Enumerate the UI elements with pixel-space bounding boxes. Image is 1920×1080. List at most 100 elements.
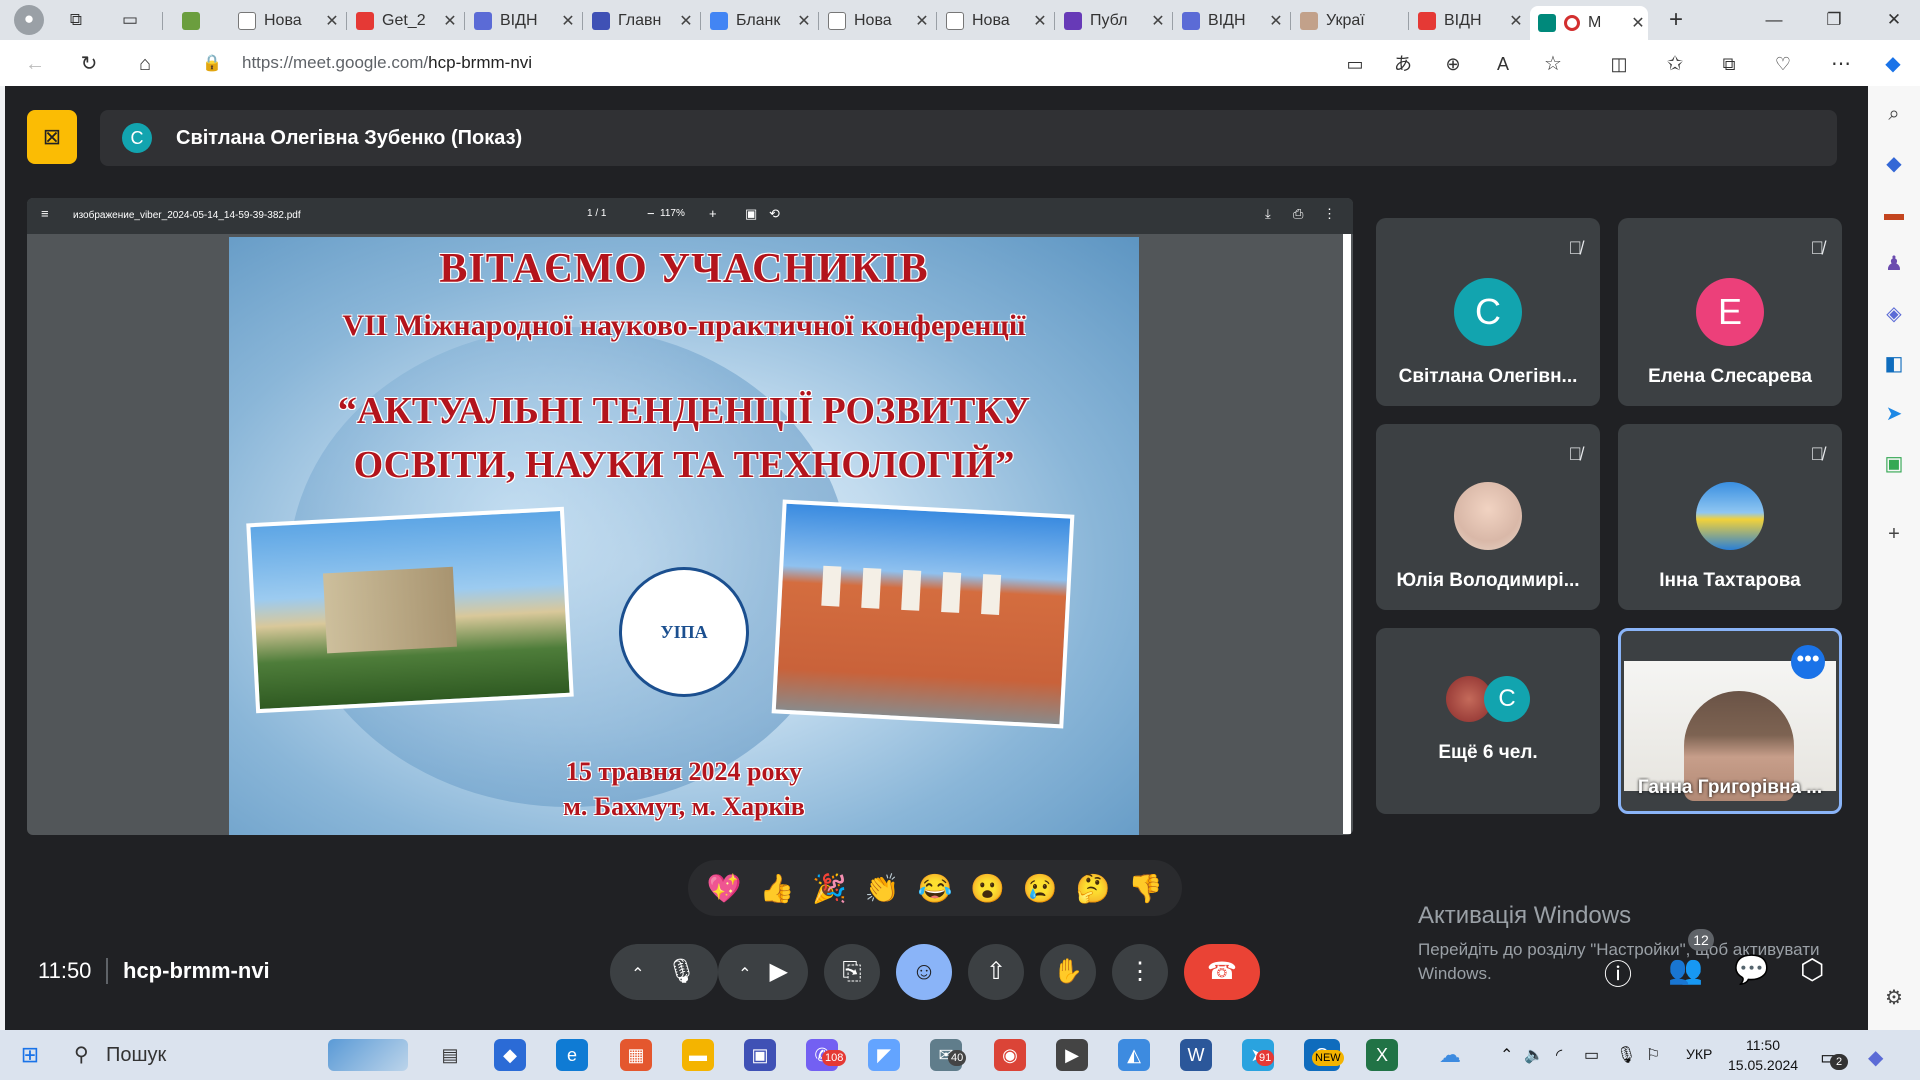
- read-aloud-icon[interactable]: A: [1488, 49, 1518, 79]
- home-icon[interactable]: ⌂: [130, 49, 160, 79]
- camera-control[interactable]: ⌃ ▶: [718, 944, 808, 1000]
- meet-icon[interactable]: ▣: [1878, 448, 1910, 480]
- chevron-up-icon[interactable]: ⌃: [738, 966, 751, 983]
- file-explorer-icon[interactable]: ▬: [682, 1039, 714, 1071]
- close-tab-icon[interactable]: ✕: [676, 11, 696, 31]
- send-icon[interactable]: ➤: [1878, 398, 1910, 430]
- copilot-icon[interactable]: ◈: [1878, 298, 1910, 330]
- lock-icon[interactable]: 🔒: [202, 53, 222, 73]
- zoom-icon[interactable]: ⊕: [1438, 49, 1468, 79]
- floppy-app-icon[interactable]: ▣: [744, 1039, 776, 1071]
- taskbar-search[interactable]: ⚲ Пошук: [62, 1038, 322, 1072]
- tab-2[interactable]: Нова ✕: [230, 6, 342, 36]
- emoji-icon[interactable]: ☺: [896, 944, 952, 1000]
- reaction-party[interactable]: 🎉: [808, 872, 852, 905]
- reaction-laugh[interactable]: 😂: [913, 872, 957, 905]
- add-icon[interactable]: +: [1878, 518, 1910, 550]
- profile-icon[interactable]: ●: [14, 5, 44, 35]
- tab-10[interactable]: ВІДН ✕: [1174, 6, 1286, 36]
- close-tab-icon[interactable]: ✕: [440, 11, 460, 31]
- pdf-page-indicator[interactable]: 1 / 1: [587, 208, 606, 219]
- more-participants-tile[interactable]: С Ещё 6 чел.: [1376, 628, 1600, 814]
- shopping-icon[interactable]: ◆: [1878, 148, 1910, 180]
- present-screen-icon[interactable]: ⇧: [968, 944, 1024, 1000]
- microphone-icon[interactable]: 🎙: [666, 958, 696, 985]
- workspaces-icon[interactable]: ⧉: [62, 6, 90, 34]
- media-player-icon[interactable]: ▶: [1056, 1039, 1088, 1071]
- self-view-tile[interactable]: ••• Ганна Григорівна ...: [1618, 628, 1842, 814]
- performance-icon[interactable]: ♡: [1768, 49, 1798, 79]
- zoom-out-icon[interactable]: −: [647, 206, 655, 221]
- close-tab-icon[interactable]: ✕: [794, 11, 814, 31]
- zoom-in-icon[interactable]: +: [709, 206, 717, 221]
- close-tab-icon[interactable]: ✕: [1506, 11, 1526, 31]
- tab-4[interactable]: ВІДН ✕: [466, 6, 578, 36]
- microphone-control[interactable]: ⌃ 🎙: [610, 944, 718, 1000]
- wifi-icon[interactable]: ◜: [1556, 1045, 1562, 1065]
- reaction-thinking[interactable]: 🤔: [1071, 872, 1115, 905]
- battery-icon[interactable]: ▭: [1584, 1045, 1599, 1065]
- reload-icon[interactable]: ↻: [74, 49, 104, 79]
- more-options-icon[interactable]: ⋮: [1112, 944, 1168, 1000]
- menu-icon[interactable]: ≡: [41, 206, 49, 221]
- input-language[interactable]: УКР: [1686, 1046, 1712, 1062]
- store-icon[interactable]: ▦: [620, 1039, 652, 1071]
- onedrive-icon[interactable]: ☁: [1434, 1039, 1466, 1071]
- tile-more-options-icon[interactable]: •••: [1791, 645, 1825, 679]
- tab-8[interactable]: Нова ✕: [938, 6, 1050, 36]
- app-icon[interactable]: ◤: [868, 1039, 900, 1071]
- tab-12[interactable]: ВІДН ✕: [1410, 6, 1526, 36]
- tab-1[interactable]: [174, 6, 224, 36]
- more-options-icon[interactable]: ⋮: [1323, 206, 1336, 222]
- tab-7[interactable]: Нова ✕: [820, 6, 932, 36]
- meeting-info-icon[interactable]: ⓘ: [1604, 953, 1632, 993]
- start-icon[interactable]: ⊞: [14, 1039, 46, 1071]
- security-icon[interactable]: ⚐: [1646, 1045, 1660, 1065]
- more-menu-icon[interactable]: ⋯: [1826, 49, 1856, 79]
- split-screen-icon[interactable]: ◫: [1604, 49, 1634, 79]
- reaction-heart[interactable]: 💖: [702, 872, 746, 905]
- reaction-thumbs-up[interactable]: 👍: [755, 872, 799, 905]
- reaction-clap[interactable]: 👏: [860, 872, 904, 905]
- maximize-button[interactable]: ❐: [1820, 6, 1848, 34]
- translate-icon[interactable]: あ: [1388, 49, 1418, 79]
- tab-9[interactable]: Публ ✕: [1056, 6, 1168, 36]
- print-icon[interactable]: ⎙: [1293, 206, 1303, 222]
- close-tab-icon[interactable]: ✕: [1030, 11, 1050, 31]
- url-field[interactable]: 🔒 https://meet.google.com/hcp-brmm-nvi: [180, 46, 1360, 80]
- tab-actions-icon[interactable]: ▭: [116, 6, 144, 34]
- chat-icon[interactable]: 💬: [1734, 953, 1769, 986]
- tools-icon[interactable]: ▬: [1878, 198, 1910, 230]
- tab-3[interactable]: Get_2 ✕: [348, 6, 460, 36]
- close-tab-icon[interactable]: ✕: [322, 11, 342, 31]
- raise-hand-icon[interactable]: ✋: [1040, 944, 1096, 1000]
- tab-6[interactable]: Бланк ✕: [702, 6, 814, 36]
- favorite-star-icon[interactable]: ☆: [1538, 49, 1568, 79]
- close-tab-icon[interactable]: ✕: [1148, 11, 1168, 31]
- photos-icon[interactable]: ◭: [1118, 1039, 1150, 1071]
- participant-tile[interactable]: 🎙̸ Е Елена Слесарева: [1618, 218, 1842, 406]
- tab-11[interactable]: Украї: [1292, 6, 1402, 36]
- chrome-icon[interactable]: ◉: [994, 1039, 1026, 1071]
- microphone-icon[interactable]: 🎙: [1616, 1045, 1636, 1065]
- chevron-up-icon[interactable]: ⌃: [631, 966, 644, 983]
- search-icon[interactable]: ⌕: [1878, 98, 1910, 130]
- participant-tile[interactable]: 🎙̸ Юлія Володимирі...: [1376, 424, 1600, 610]
- minimize-button[interactable]: —: [1760, 6, 1788, 34]
- outlook-icon[interactable]: ◧: [1878, 348, 1910, 380]
- games-icon[interactable]: ♟: [1878, 248, 1910, 280]
- close-window-button[interactable]: ✕: [1880, 6, 1908, 34]
- stop-presenting-icon[interactable]: ⊠: [27, 110, 77, 164]
- close-tab-icon[interactable]: ✕: [1266, 11, 1286, 31]
- new-tab-button[interactable]: +: [1662, 6, 1690, 34]
- favorites-icon[interactable]: ✩: [1660, 49, 1690, 79]
- camera-in-use-icon[interactable]: ▭: [1340, 49, 1370, 79]
- close-tab-icon[interactable]: ✕: [1628, 13, 1648, 33]
- close-tab-icon[interactable]: ✕: [912, 11, 932, 31]
- volume-icon[interactable]: 🔈: [1524, 1045, 1544, 1065]
- rotate-icon[interactable]: ⟲: [769, 206, 780, 222]
- participant-tile[interactable]: 🎙̸ С Світлана Олегівн...: [1376, 218, 1600, 406]
- reaction-surprised[interactable]: 😮: [966, 872, 1010, 905]
- reaction-thumbs-down[interactable]: 👎: [1124, 872, 1168, 905]
- edge-icon[interactable]: e: [556, 1039, 588, 1071]
